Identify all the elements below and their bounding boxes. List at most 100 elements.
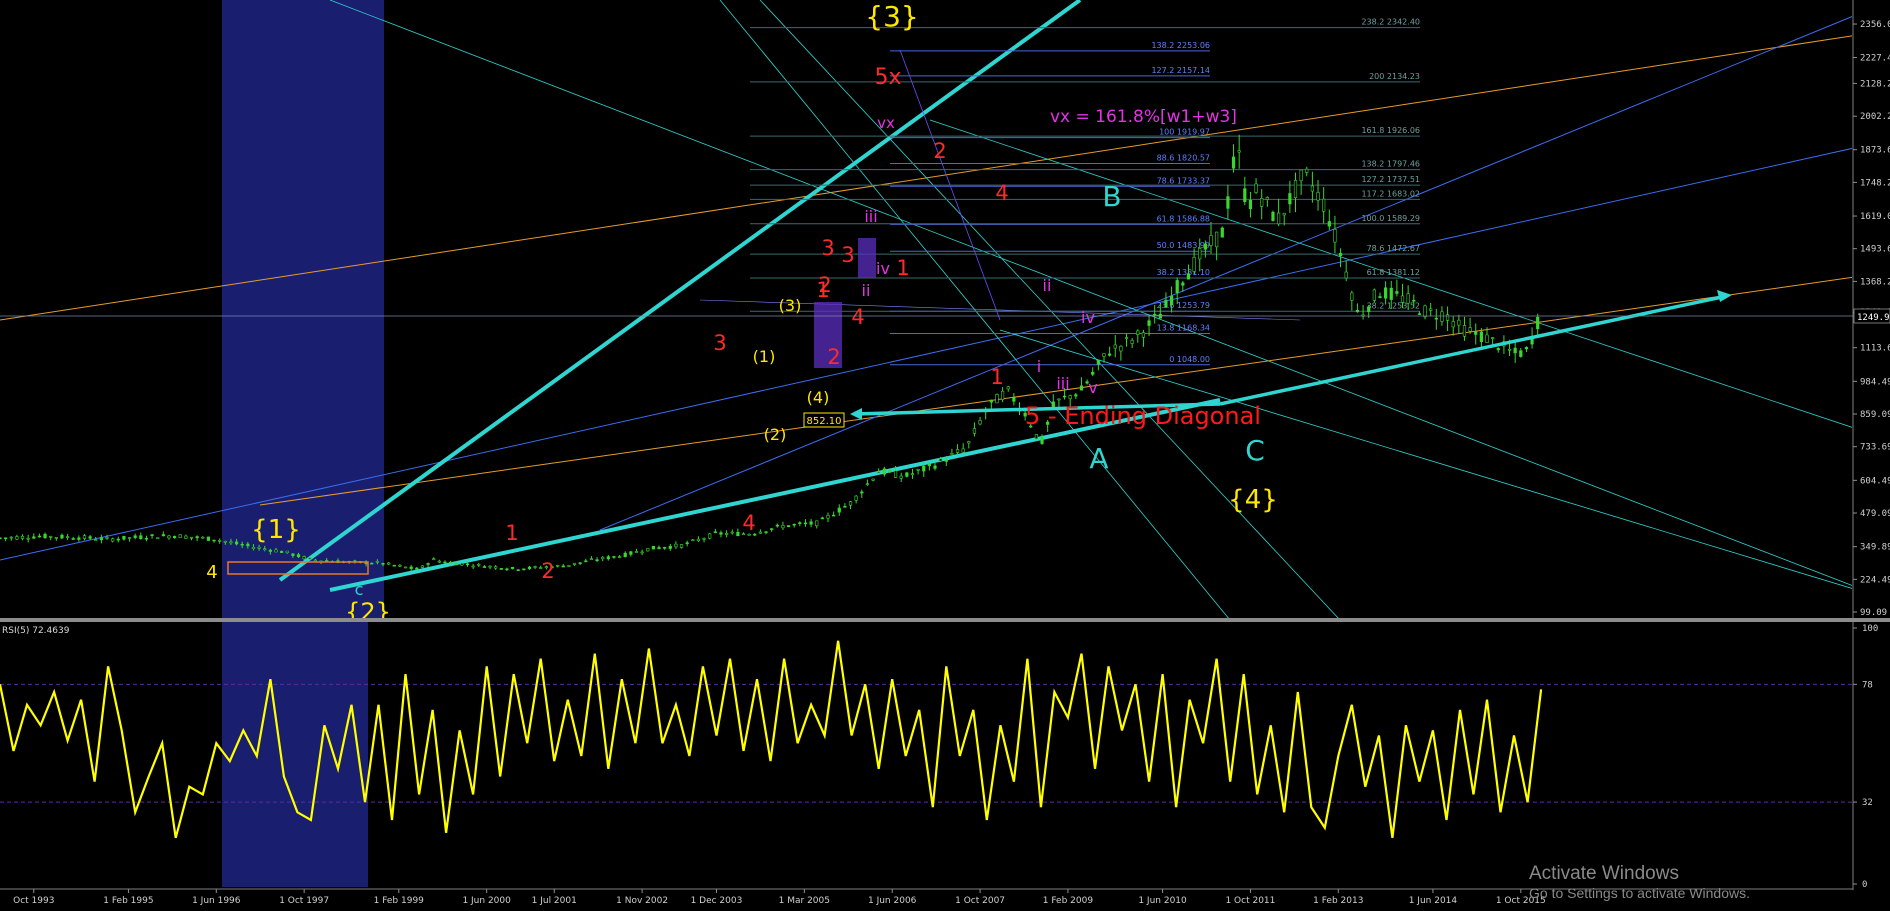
- candle-body: [1322, 198, 1326, 212]
- candle-body: [820, 517, 824, 520]
- wave-label: iv: [1081, 308, 1095, 327]
- candle-body: [499, 568, 503, 570]
- candle-body: [1186, 273, 1191, 280]
- candle-body: [510, 566, 515, 569]
- windows-activation-watermark: Activate Windows Go to Settings to activ…: [1529, 863, 1750, 901]
- candle-body: [178, 534, 182, 539]
- candle-body: [133, 535, 137, 538]
- candle-body: [403, 566, 408, 569]
- candle-body: [1316, 192, 1320, 201]
- wave-label: {4}: [1228, 485, 1278, 515]
- price-tag-label: 852.10: [807, 416, 842, 427]
- candle-body: [584, 560, 588, 563]
- candle-body: [691, 539, 695, 542]
- candle-body: [291, 553, 295, 556]
- wave-label: 2: [818, 273, 831, 297]
- wave-label: 1: [505, 521, 518, 545]
- candle-body: [1062, 395, 1067, 398]
- candle-body: [1524, 347, 1529, 350]
- candle-body: [612, 556, 616, 558]
- time-tick-label: 1 Jun 2014: [1409, 896, 1458, 906]
- wave-label: 3: [713, 331, 726, 355]
- time-tick-label: 1 Oct 2011: [1225, 896, 1275, 906]
- candle-body: [730, 531, 734, 534]
- candle-body: [708, 533, 712, 539]
- candle-body: [1474, 331, 1478, 335]
- candle-body: [409, 566, 413, 569]
- candle-body: [533, 566, 537, 568]
- panel-separator[interactable]: [0, 618, 1890, 622]
- wave-label: B: [1102, 180, 1121, 213]
- fib-level-label: 100 1919.97: [1159, 128, 1210, 137]
- wave-label: (3): [779, 296, 802, 315]
- time-tick-label: 1 Mar 2005: [779, 896, 830, 906]
- candle-body: [1462, 325, 1467, 337]
- candle-body: [719, 532, 723, 535]
- candle-body: [1001, 390, 1005, 400]
- trendline: [329, 0, 1852, 586]
- candle-body: [1231, 156, 1236, 169]
- candle-body: [274, 549, 278, 553]
- candle-body: [1282, 212, 1286, 216]
- candle-body: [9, 536, 13, 539]
- fib-level-label: 50.0 1483.99: [1157, 241, 1210, 250]
- candle-body: [1327, 221, 1331, 227]
- candle-body: [77, 537, 81, 540]
- candle-body: [758, 531, 763, 534]
- wave-label: iv: [876, 259, 890, 278]
- candle-body: [1384, 287, 1388, 299]
- time-tick-label: 1 Feb 1995: [103, 896, 153, 906]
- candle-body: [1389, 287, 1393, 300]
- candle-body: [1406, 293, 1410, 304]
- candle-body: [922, 465, 926, 472]
- candle-body: [246, 543, 250, 547]
- candle-body: [1209, 235, 1213, 246]
- candle-body: [589, 558, 594, 561]
- candle-body: [127, 537, 132, 539]
- candle-body: [15, 536, 19, 540]
- candle-body: [465, 563, 470, 566]
- time-tick-label: 1 Feb 2013: [1313, 896, 1363, 906]
- candle-body: [995, 394, 999, 404]
- wave-label: vx = 161.8%[w1+w3]: [1050, 107, 1237, 127]
- price-tick-label: 349.89: [1860, 543, 1890, 553]
- candle-body: [1220, 227, 1224, 238]
- candle-body: [725, 533, 729, 535]
- fib-ext-label: 238.2 2342.40: [1361, 18, 1420, 27]
- candle-body: [1068, 395, 1072, 400]
- wave-label: (2): [764, 425, 787, 444]
- candle-body: [49, 536, 53, 538]
- candle-body: [702, 538, 706, 540]
- candle-body: [1153, 313, 1157, 316]
- candle-body: [494, 566, 498, 569]
- price-tick-label: 733.69: [1860, 443, 1890, 453]
- price-tick-label: 984.49: [1860, 377, 1890, 387]
- candle-body: [505, 568, 509, 571]
- candle-body: [815, 520, 819, 527]
- fib-level-label: 138.2 2253.06: [1151, 41, 1210, 50]
- candle-body: [854, 495, 858, 501]
- candle-body: [37, 535, 42, 538]
- wave-label: 5 - Ending Diagonal: [1025, 402, 1261, 430]
- candle-body: [1513, 347, 1517, 354]
- fib-ext-label: 61.8 1381.12: [1367, 268, 1420, 277]
- candle-body: [1169, 295, 1174, 306]
- candle-body: [1491, 337, 1495, 339]
- candle-body: [71, 538, 75, 540]
- candle-body: [1299, 169, 1303, 182]
- candle-body: [606, 556, 610, 560]
- candle-body: [1124, 337, 1129, 339]
- time-tick-label: 1 Oct 2007: [955, 896, 1005, 906]
- candle-body: [313, 559, 318, 562]
- candle-body: [843, 506, 847, 508]
- candle-body: [578, 562, 582, 564]
- candle-body: [1395, 291, 1399, 294]
- candle-body: [54, 537, 58, 539]
- time-tick-label: 1 Dec 2003: [691, 896, 743, 906]
- candle-body: [617, 556, 622, 558]
- fib-level-label: 78.6 1733.37: [1157, 176, 1210, 185]
- candle-body: [268, 549, 272, 552]
- candle-body: [392, 564, 396, 567]
- candle-body: [43, 533, 47, 539]
- candle-body: [770, 528, 774, 530]
